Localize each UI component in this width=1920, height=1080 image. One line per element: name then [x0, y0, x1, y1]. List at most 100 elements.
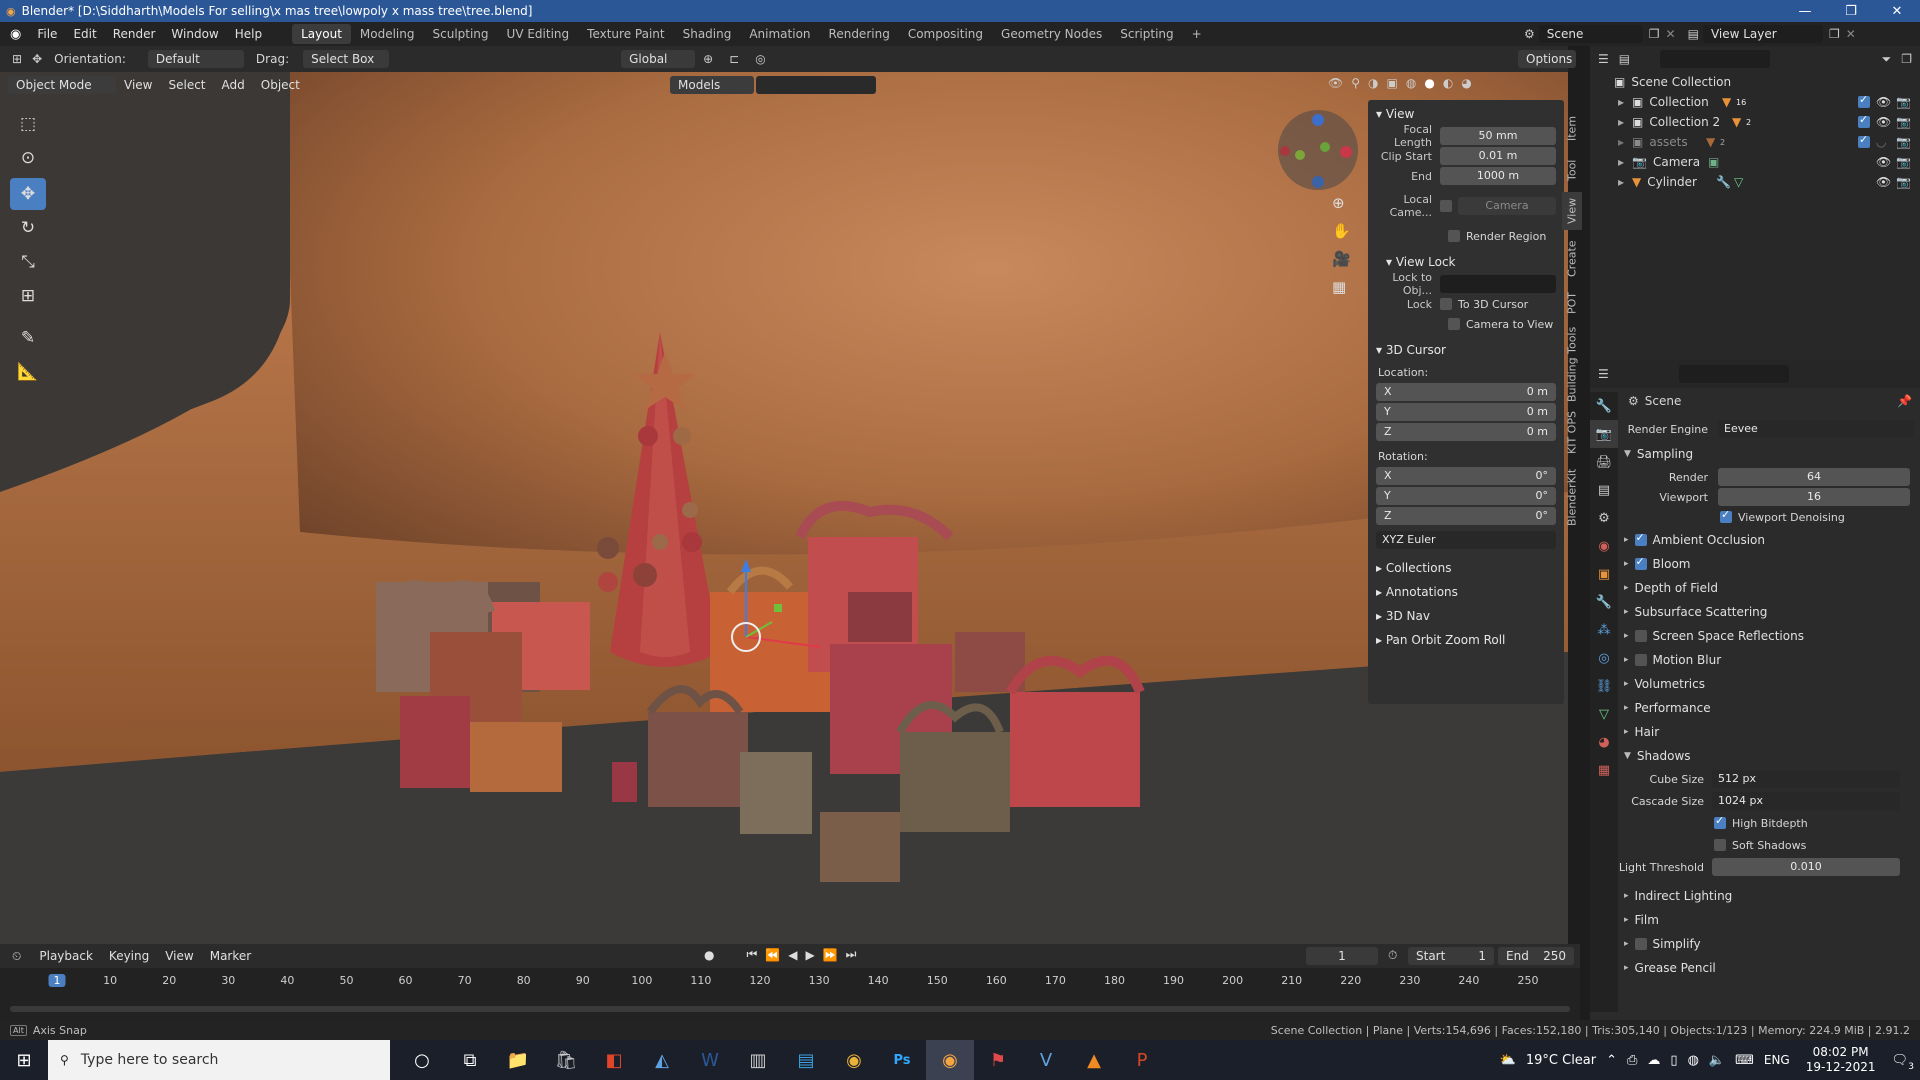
- film-section-header[interactable]: ▸ Film: [1618, 908, 1920, 932]
- viewport-menu-add[interactable]: Add: [214, 78, 253, 92]
- tab-texture-paint[interactable]: Texture Paint: [578, 24, 673, 44]
- tab-layout[interactable]: Layout: [292, 24, 351, 44]
- scene-icon[interactable]: ⚙: [1524, 27, 1535, 41]
- tool-tab-icon[interactable]: 🔧: [1590, 392, 1618, 420]
- 3d-nav-section-header[interactable]: ▸ 3D Nav: [1368, 604, 1564, 628]
- pin-icon[interactable]: 📌: [1897, 394, 1912, 408]
- hair-section-header[interactable]: ▸ Hair: [1618, 720, 1920, 744]
- output-tab-icon[interactable]: 🖨: [1590, 448, 1618, 476]
- office-icon[interactable]: ◧: [590, 1040, 638, 1080]
- eye-icon[interactable]: 👁: [1876, 115, 1891, 129]
- tab-create[interactable]: Create: [1562, 236, 1582, 282]
- timeline[interactable]: 1 10 20 30 40 50 60 70 80 90 100 110 120 130 140 150 160…: [0, 968, 1580, 1020]
- render-camera-icon[interactable]: 📷: [1896, 175, 1911, 189]
- clock[interactable]: 08:02 PM 19-12-2021: [1806, 1045, 1876, 1075]
- auto-key-icon[interactable]: ●: [704, 948, 714, 962]
- lock-to-cursor-checkbox[interactable]: [1440, 298, 1452, 310]
- powerpoint-icon[interactable]: P: [1118, 1040, 1166, 1080]
- subsurface-scattering-section-header[interactable]: ▸ Subsurface Scattering: [1618, 600, 1920, 624]
- render-region-checkbox[interactable]: [1448, 230, 1460, 242]
- exclude-checkbox[interactable]: [1858, 93, 1870, 108]
- view-layer-field[interactable]: View Layer: [1702, 25, 1823, 43]
- tab-pot[interactable]: POT: [1562, 286, 1582, 320]
- menu-file[interactable]: File: [29, 27, 65, 41]
- asset-library-dropdown[interactable]: Models: [670, 76, 754, 94]
- bloom-section-header[interactable]: ▸ Bloom: [1618, 552, 1920, 576]
- tab-uv-editing[interactable]: UV Editing: [498, 24, 579, 44]
- outliner-root[interactable]: ▣ Scene Collection: [1590, 72, 1920, 92]
- tab-animation[interactable]: Animation: [740, 24, 819, 44]
- asset-search-input[interactable]: [756, 76, 876, 94]
- cortana-icon[interactable]: ○: [398, 1040, 446, 1080]
- tab-view[interactable]: View: [1562, 192, 1582, 230]
- app-icon[interactable]: ◭: [638, 1040, 686, 1080]
- local-camera-field[interactable]: Camera: [1458, 197, 1556, 215]
- viewport-menu-object[interactable]: Object: [253, 78, 308, 92]
- outliner-item-assets[interactable]: ▸▣assets ▼ 2 ◡ 📷: [1590, 132, 1920, 152]
- zoom-icon[interactable]: ⊕: [1332, 194, 1351, 212]
- tab-rendering[interactable]: Rendering: [820, 24, 899, 44]
- tray-chevron-icon[interactable]: ⌃: [1606, 1053, 1617, 1068]
- performance-section-header[interactable]: ▸ Performance: [1618, 696, 1920, 720]
- delete-view-layer-icon[interactable]: ✕: [1846, 27, 1856, 41]
- cursor-location-y-field[interactable]: Y0 m: [1376, 403, 1556, 421]
- solid-shading-icon[interactable]: ●: [1424, 76, 1434, 90]
- measure-icon[interactable]: 📐: [10, 356, 46, 388]
- view-layer-icon[interactable]: ▤: [1688, 27, 1699, 41]
- snap-icon[interactable]: ⊏: [729, 52, 739, 66]
- app-icon-5[interactable]: V: [1022, 1040, 1070, 1080]
- outliner-item-cylinder[interactable]: ▸ ▼ Cylinder 🔧 ▽ 👁 📷: [1590, 172, 1920, 192]
- tab-item[interactable]: Item: [1562, 108, 1582, 148]
- exclude-checkbox[interactable]: [1858, 113, 1870, 128]
- outliner-editor-icon[interactable]: ☰: [1598, 52, 1609, 66]
- wireframe-shading-icon[interactable]: ◍: [1406, 76, 1416, 90]
- soft-shadows-checkbox[interactable]: [1714, 839, 1726, 851]
- render-camera-icon[interactable]: 📷: [1896, 95, 1911, 109]
- eye-icon[interactable]: 👁: [1876, 95, 1891, 109]
- xray-icon[interactable]: ▣: [1387, 76, 1398, 90]
- timeline-menu-playback[interactable]: Playback: [31, 949, 101, 963]
- tab-scripting[interactable]: Scripting: [1111, 24, 1182, 44]
- object-mode-dropdown[interactable]: Object Mode: [8, 76, 116, 94]
- outliner-item-collection[interactable]: ▸▣Collection ▼ 16 👁 📷: [1590, 92, 1920, 112]
- timeline-menu-marker[interactable]: Marker: [202, 949, 259, 963]
- tab-tool[interactable]: Tool: [1562, 152, 1582, 188]
- vlc-icon[interactable]: ▲: [1070, 1040, 1118, 1080]
- screen-space-reflections-section-header[interactable]: ▸ Screen Space Reflections: [1618, 624, 1920, 648]
- prev-keyframe-icon[interactable]: ⏪: [765, 948, 780, 962]
- app-icon-4[interactable]: ⚑: [974, 1040, 1022, 1080]
- gizmo-toggle-icon[interactable]: ⚲: [1351, 76, 1360, 90]
- rotate-icon[interactable]: ↻: [10, 212, 46, 244]
- orientation-dropdown[interactable]: Default: [147, 50, 244, 68]
- select-box-icon[interactable]: ⬚: [10, 108, 46, 140]
- properties-editor-icon[interactable]: ☰: [1598, 367, 1609, 381]
- render-camera-icon[interactable]: 📷: [1896, 115, 1911, 129]
- annotations-section-header[interactable]: ▸ Annotations: [1368, 580, 1564, 604]
- screen-space-reflections-checkbox[interactable]: [1634, 630, 1647, 642]
- tab-kit-ops[interactable]: KIT OPS: [1562, 408, 1582, 458]
- simplify-section-header[interactable]: ▸ Simplify: [1618, 932, 1920, 956]
- ortho-grid-icon[interactable]: ▦: [1332, 278, 1351, 296]
- cursor-location-x-field[interactable]: X0 m: [1376, 383, 1556, 401]
- timeline-menu-keying[interactable]: Keying: [101, 949, 157, 963]
- rotation-mode-dropdown[interactable]: XYZ Euler: [1376, 531, 1556, 549]
- cursor-rotation-x-field[interactable]: X 0°: [1376, 467, 1556, 485]
- taskbar-search-box[interactable]: ⚲ Type here to search: [48, 1040, 390, 1080]
- tab-building-tools[interactable]: Building Tools: [1562, 324, 1582, 404]
- eye-icon[interactable]: 👁: [1876, 175, 1891, 189]
- pan-orbit-section-header[interactable]: ▸ Pan Orbit Zoom Roll: [1368, 628, 1564, 652]
- viewport-menu-select[interactable]: Select: [160, 78, 213, 92]
- chrome-icon[interactable]: ◉: [830, 1040, 878, 1080]
- word-icon[interactable]: W: [686, 1040, 734, 1080]
- file-explorer-icon[interactable]: 📁: [494, 1040, 542, 1080]
- tray-icon[interactable]: ⎙: [1627, 1053, 1637, 1068]
- collections-section-header[interactable]: ▸ Collections: [1368, 556, 1564, 580]
- new-view-layer-icon[interactable]: ❐: [1829, 27, 1840, 41]
- play-reverse-icon[interactable]: ◀: [788, 948, 797, 962]
- texture-tab-icon[interactable]: ▦: [1590, 756, 1618, 784]
- 3d-viewport[interactable]: Object Mode View Select Add Object Model…: [0, 72, 1568, 944]
- pivot-icon[interactable]: ⊕: [703, 52, 713, 66]
- task-view-icon[interactable]: ⧉: [446, 1040, 494, 1080]
- scene-tab-icon[interactable]: ⚙: [1590, 504, 1618, 532]
- annotate-icon[interactable]: ✎: [10, 322, 46, 354]
